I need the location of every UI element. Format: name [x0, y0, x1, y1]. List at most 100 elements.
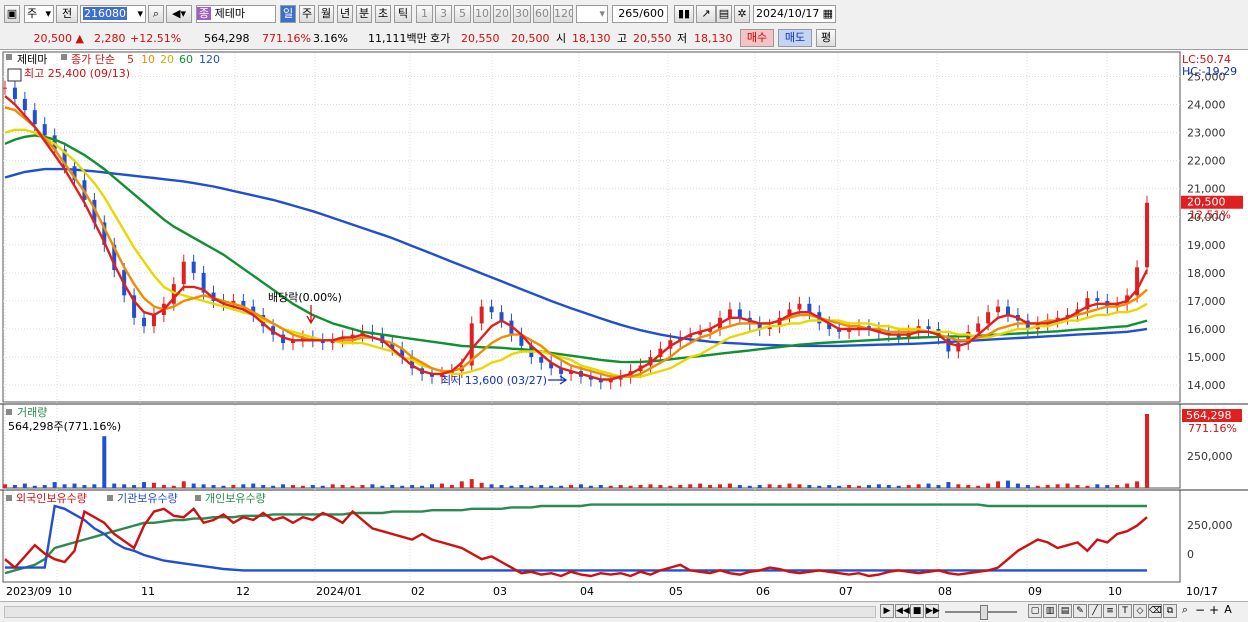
save-icon[interactable]: ▤	[716, 5, 732, 23]
bar-count-field[interactable]: 265/600	[612, 5, 668, 23]
candle-body	[1095, 298, 1100, 301]
open-label: 시	[556, 32, 567, 45]
eraser-icon[interactable]: ⌫	[1148, 604, 1162, 618]
volume-bar	[837, 485, 842, 488]
x-tick-label: 02	[411, 585, 425, 598]
interval-5-button[interactable]: 5	[454, 5, 471, 23]
search-icon[interactable]: ⌕	[148, 5, 164, 23]
chevron-down-icon: ▾	[137, 7, 143, 20]
volume-bar	[449, 485, 454, 488]
draw-icon[interactable]: ✎	[1073, 604, 1087, 618]
volume-bar	[827, 485, 832, 488]
candle-body	[737, 309, 742, 318]
legend-ma60: 60	[179, 53, 193, 66]
copy-icon[interactable]: ⧉	[1163, 604, 1177, 618]
stop-icon[interactable]: ■	[910, 604, 924, 618]
main-toolbar: ▣ 주 ▾ 전 216080 ▾ ⌕ ◀▾ 종 제테마 일 주 월 년 분 초 틱 …	[0, 0, 1248, 29]
interval-60-button[interactable]: 60	[533, 5, 551, 23]
interval-3-button[interactable]: 3	[435, 5, 452, 23]
volume-bar	[3, 484, 7, 488]
stock-name-field[interactable]: 종 제테마	[196, 5, 276, 23]
legend-ma5: 5	[127, 53, 134, 66]
candle-body	[12, 87, 17, 99]
scroll-right-icon[interactable]: ▶	[880, 604, 894, 618]
prev-button[interactable]: 전	[56, 5, 78, 23]
volume-bar	[469, 479, 474, 488]
interval-1-button[interactable]: 1	[416, 5, 433, 23]
period-week-button[interactable]: 주	[299, 5, 315, 23]
high-price: 20,550	[633, 32, 672, 45]
holdings-tick-high: 250,000	[1187, 519, 1233, 532]
volume-bar	[132, 485, 137, 488]
ma60-line	[4, 134, 1148, 364]
print-icon[interactable]: ▤	[1058, 604, 1072, 618]
stock-chart[interactable]: 14,00015,00016,00017,00018,00019,00020,0…	[0, 50, 1248, 601]
sell-button[interactable]: 매도	[778, 29, 812, 47]
low-price: 18,130	[694, 32, 733, 45]
candle-type-icon[interactable]: ▮▮	[674, 5, 694, 23]
volume-bar	[936, 485, 941, 488]
shape-icon[interactable]: ◇	[1133, 604, 1147, 618]
rewind-icon[interactable]: ◀◀	[895, 604, 910, 618]
zoom-slider-handle[interactable]	[980, 605, 988, 620]
volume-bar	[430, 484, 435, 488]
volume-bar	[370, 484, 375, 488]
zoom-in-icon[interactable]: +	[1207, 604, 1221, 618]
period-year-button[interactable]: 년	[337, 5, 353, 23]
x-tick-label: 10/17	[1186, 585, 1218, 598]
layout-icon[interactable]: ▢	[1028, 604, 1042, 618]
font-size-icon[interactable]: A	[1221, 604, 1235, 618]
volume-bar	[588, 485, 593, 488]
period-minute-button[interactable]: 분	[356, 5, 372, 23]
speaker-icon[interactable]: ◀▾	[166, 5, 192, 23]
volume-bar	[767, 484, 772, 488]
interval-30-button[interactable]: 30	[513, 5, 531, 23]
institution-title: 기관보유수량	[117, 492, 178, 505]
stock-code-input[interactable]: 216080 ▾	[80, 5, 146, 23]
fibo-icon[interactable]: ≡	[1103, 604, 1117, 618]
holdings-tick-zero: 0	[1187, 548, 1194, 561]
grid-icon[interactable]	[7, 68, 22, 82]
candle-body	[986, 312, 991, 324]
custom-interval-select[interactable]: ▾	[576, 5, 608, 23]
split-icon[interactable]: ▥	[1043, 604, 1057, 618]
date-field[interactable]: 2024/10/17 ▦	[753, 5, 836, 23]
volume-bar	[1015, 483, 1020, 488]
volume-last-pct: 771.16%	[1188, 422, 1237, 435]
period-month-button[interactable]: 월	[318, 5, 334, 23]
period-tick-button[interactable]: 틱	[394, 5, 412, 23]
volume-bar	[986, 483, 991, 488]
chart-menu-icon[interactable]: ▣	[4, 5, 20, 23]
volume-bar	[211, 485, 216, 488]
x-tick-label: 09	[1028, 585, 1042, 598]
candle-body	[926, 326, 931, 330]
period-unit-select[interactable]: 주 ▾	[24, 5, 54, 23]
period-second-button[interactable]: 초	[375, 5, 391, 23]
low-label: 저	[677, 32, 688, 45]
gear-icon[interactable]: ✲	[734, 5, 750, 23]
volume-bar	[102, 436, 107, 488]
fast-forward-icon[interactable]: ▶▶	[925, 604, 940, 618]
interval-120-button[interactable]: 120	[553, 5, 573, 23]
price-tick-label: 23,000	[1187, 127, 1226, 140]
interval-10-button[interactable]: 10	[473, 5, 491, 23]
volume-bar	[161, 485, 166, 488]
x-tick-label: 05	[669, 585, 683, 598]
magnifier-icon[interactable]: ⌕	[1178, 604, 1192, 618]
volume-bar	[439, 483, 444, 488]
chart-footer: ▶ ◀◀ ■ ▶▶ ▢ ▥ ▤ ✎ ╱ ≡ T ◇ ⌫ ⧉ ⌕ − + A	[0, 601, 1248, 622]
eval-button[interactable]: 평	[816, 29, 836, 47]
volume-bar	[807, 485, 812, 488]
open-price: 18,130	[572, 32, 611, 45]
zoom-out-icon[interactable]: −	[1193, 604, 1207, 618]
line-icon[interactable]: ╱	[1088, 604, 1102, 618]
volume-bar	[698, 483, 703, 488]
text-icon[interactable]: T	[1118, 604, 1132, 618]
buy-button[interactable]: 매수	[740, 29, 774, 47]
period-day-button[interactable]: 일	[280, 5, 296, 23]
chevron-down-icon: ▾	[599, 7, 605, 20]
interval-20-button[interactable]: 20	[493, 5, 511, 23]
panel-frame	[2, 403, 1181, 489]
horizontal-scrollbar[interactable]	[4, 606, 876, 618]
trendline-icon[interactable]: ↗	[696, 5, 716, 23]
